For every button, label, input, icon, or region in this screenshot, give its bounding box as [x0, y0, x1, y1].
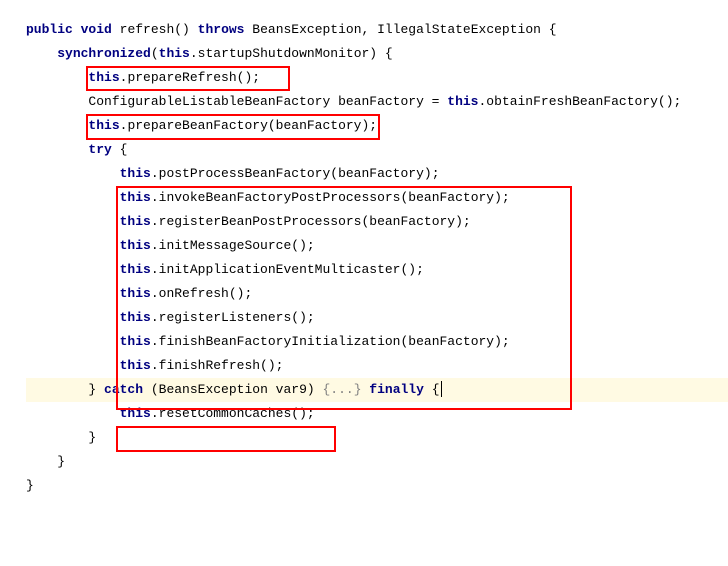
token: ConfigurableListableBeanFactory beanFact…: [88, 94, 447, 109]
code-line: this.initMessageSource();: [26, 234, 728, 258]
token: (: [151, 46, 159, 61]
keyword: synchronized: [57, 46, 151, 61]
code-line: this.prepareBeanFactory(beanFactory);: [26, 114, 728, 138]
indent: [26, 166, 120, 181]
token: .invokeBeanFactoryPostProcessors(beanFac…: [151, 190, 510, 205]
keyword: void: [81, 22, 112, 37]
indent: [26, 430, 88, 445]
token: .registerBeanPostProcessors(beanFactory)…: [151, 214, 471, 229]
keyword: throws: [198, 22, 245, 37]
token: .registerListeners();: [151, 310, 315, 325]
code-line: try {: [26, 138, 728, 162]
token: {: [112, 142, 128, 157]
indent: [26, 214, 120, 229]
code-line: this.initApplicationEventMulticaster();: [26, 258, 728, 282]
token: .finishBeanFactoryInitialization(beanFac…: [151, 334, 510, 349]
code-line: ConfigurableListableBeanFactory beanFact…: [26, 90, 728, 114]
code-line: synchronized(this.startupShutdownMonitor…: [26, 42, 728, 66]
token: .prepareRefresh();: [120, 70, 260, 85]
keyword: this: [159, 46, 190, 61]
keyword: this: [88, 118, 119, 133]
caret-icon: [441, 381, 442, 397]
token: }: [26, 478, 34, 493]
indent: [26, 46, 57, 61]
keyword: this: [120, 214, 151, 229]
token: .obtainFreshBeanFactory();: [479, 94, 682, 109]
indent: [26, 310, 120, 325]
token: .resetCommonCaches();: [151, 406, 315, 421]
token: .prepareBeanFactory(beanFactory);: [120, 118, 377, 133]
code-line: this.registerBeanPostProcessors(beanFact…: [26, 210, 728, 234]
token: .finishRefresh();: [151, 358, 284, 373]
indent: [26, 382, 88, 397]
keyword: this: [120, 286, 151, 301]
keyword: catch: [104, 382, 143, 397]
keyword: this: [120, 358, 151, 373]
indent: [26, 190, 120, 205]
code-line: this.postProcessBeanFactory(beanFactory)…: [26, 162, 728, 186]
keyword: this: [120, 166, 151, 181]
keyword: this: [120, 406, 151, 421]
code-line: this.resetCommonCaches();: [26, 402, 728, 426]
keyword: this: [120, 190, 151, 205]
keyword: public: [26, 22, 73, 37]
code-block: public void refresh() throws BeansExcept…: [26, 18, 728, 498]
keyword: this: [88, 70, 119, 85]
code-line: this.registerListeners();: [26, 306, 728, 330]
keyword: finally: [362, 382, 424, 397]
code-line: this.finishBeanFactoryInitialization(bea…: [26, 330, 728, 354]
keyword: this: [120, 262, 151, 277]
indent: [26, 358, 120, 373]
indent: [26, 118, 88, 133]
code-line: this.onRefresh();: [26, 282, 728, 306]
code-line: this.prepareRefresh();: [26, 66, 728, 90]
indent: [26, 286, 120, 301]
indent: [26, 406, 120, 421]
token: refresh(): [112, 22, 198, 37]
keyword: this: [120, 238, 151, 253]
token: {: [424, 382, 440, 397]
token: .initMessageSource();: [151, 238, 315, 253]
token: .startupShutdownMonitor) {: [190, 46, 393, 61]
indent: [26, 334, 120, 349]
code-line: this.invokeBeanFactoryPostProcessors(bea…: [26, 186, 728, 210]
token: .initApplicationEventMulticaster();: [151, 262, 424, 277]
indent: [26, 262, 120, 277]
token: (BeansException var9): [143, 382, 322, 397]
indent: [26, 142, 88, 157]
code-line: public void refresh() throws BeansExcept…: [26, 18, 728, 42]
folded-region[interactable]: {...}: [322, 382, 361, 397]
keyword: this: [120, 310, 151, 325]
code-line-highlighted: } catch (BeansException var9) {...} fina…: [26, 378, 728, 402]
keyword: try: [88, 142, 111, 157]
token: BeansException, IllegalStateException {: [244, 22, 556, 37]
token: [73, 22, 81, 37]
indent: [26, 94, 88, 109]
indent: [26, 238, 120, 253]
keyword: this: [120, 334, 151, 349]
keyword: this: [447, 94, 478, 109]
code-line: }: [26, 450, 728, 474]
token: .postProcessBeanFactory(beanFactory);: [151, 166, 440, 181]
code-line: }: [26, 426, 728, 450]
code-line: }: [26, 474, 728, 498]
code-line: this.finishRefresh();: [26, 354, 728, 378]
token: }: [88, 382, 104, 397]
token: }: [57, 454, 65, 469]
token: .onRefresh();: [151, 286, 252, 301]
indent: [26, 454, 57, 469]
token: }: [88, 430, 96, 445]
indent: [26, 70, 88, 85]
